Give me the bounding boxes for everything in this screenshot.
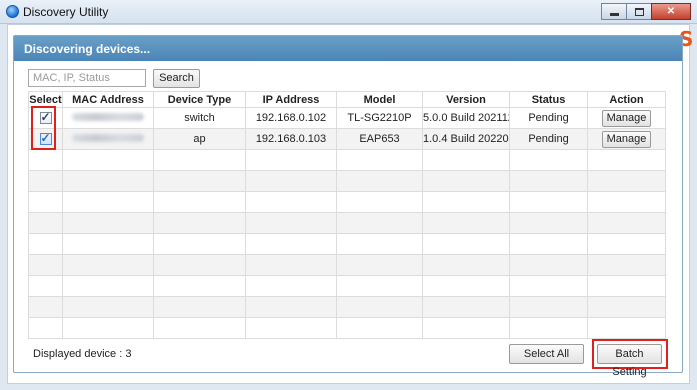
- window-controls: ✕: [601, 3, 691, 20]
- close-icon: ✕: [666, 6, 676, 17]
- window-bottom-edge: [0, 384, 697, 390]
- column-header-action[interactable]: Action: [587, 91, 666, 108]
- table-row: switch 192.168.0.102 TL-SG2210P 5.0.0 Bu…: [28, 107, 666, 129]
- column-header-mac[interactable]: MAC Address: [62, 91, 154, 108]
- status-cell: Pending: [509, 128, 588, 150]
- model-cell: TL-SG2210P: [336, 107, 423, 129]
- maximize-icon: [634, 7, 644, 16]
- action-cell: Manage: [587, 107, 666, 129]
- close-button[interactable]: ✕: [651, 3, 691, 20]
- column-header-status[interactable]: Status: [509, 91, 588, 108]
- version-cell: 1.0.4 Build 202209...: [422, 128, 510, 150]
- app-icon: [6, 5, 19, 18]
- checkbox-highlight-box: [31, 106, 56, 150]
- column-header-ip[interactable]: IP Address: [245, 91, 337, 108]
- minimize-icon: [609, 13, 619, 16]
- select-all-button[interactable]: Select All: [509, 344, 584, 364]
- blurred-mac-address: [72, 134, 144, 142]
- mac-address-cell: [62, 107, 154, 129]
- status-cell: Pending: [509, 107, 588, 129]
- empty-table-row: [28, 317, 666, 339]
- action-cell: Manage: [587, 128, 666, 150]
- displayed-device-count: Displayed device : 3: [33, 348, 132, 360]
- empty-table-row: [28, 170, 666, 192]
- table-header-row: Select MAC Address Device Type IP Addres…: [28, 91, 666, 108]
- version-cell: 5.0.0 Build 202112...: [422, 107, 510, 129]
- ip-address-cell: 192.168.0.103: [245, 128, 337, 150]
- manage-button[interactable]: Manage: [602, 130, 651, 148]
- empty-table-row: [28, 296, 666, 318]
- blurred-mac-address: [72, 113, 144, 121]
- search-input[interactable]: [28, 69, 146, 87]
- empty-table-row: [28, 233, 666, 255]
- column-header-model[interactable]: Model: [336, 91, 423, 108]
- device-table: Select MAC Address Device Type IP Addres…: [28, 91, 666, 339]
- empty-table-row: [28, 254, 666, 276]
- search-button[interactable]: Search: [153, 69, 200, 88]
- mac-address-cell: [62, 128, 154, 150]
- empty-table-row: [28, 149, 666, 171]
- minimize-button[interactable]: [601, 3, 627, 20]
- ip-address-cell: 192.168.0.102: [245, 107, 337, 129]
- model-cell: EAP653: [336, 128, 423, 150]
- column-header-version[interactable]: Version: [422, 91, 510, 108]
- batch-setting-button[interactable]: Batch Setting: [597, 344, 662, 378]
- dialog-header: Discovering devices...: [14, 36, 682, 61]
- column-header-device-type[interactable]: Device Type: [153, 91, 246, 108]
- window-titlebar: Discovery Utility ✕: [0, 0, 697, 24]
- empty-table-row: [28, 275, 666, 297]
- empty-table-row: [28, 191, 666, 213]
- empty-table-row: [28, 212, 666, 234]
- window-title: Discovery Utility: [23, 5, 109, 19]
- device-type-cell: switch: [153, 107, 246, 129]
- maximize-button[interactable]: [626, 3, 652, 20]
- manage-button[interactable]: Manage: [602, 109, 651, 127]
- device-type-cell: ap: [153, 128, 246, 150]
- table-row: ap 192.168.0.103 EAP653 1.0.4 Build 2022…: [28, 128, 666, 150]
